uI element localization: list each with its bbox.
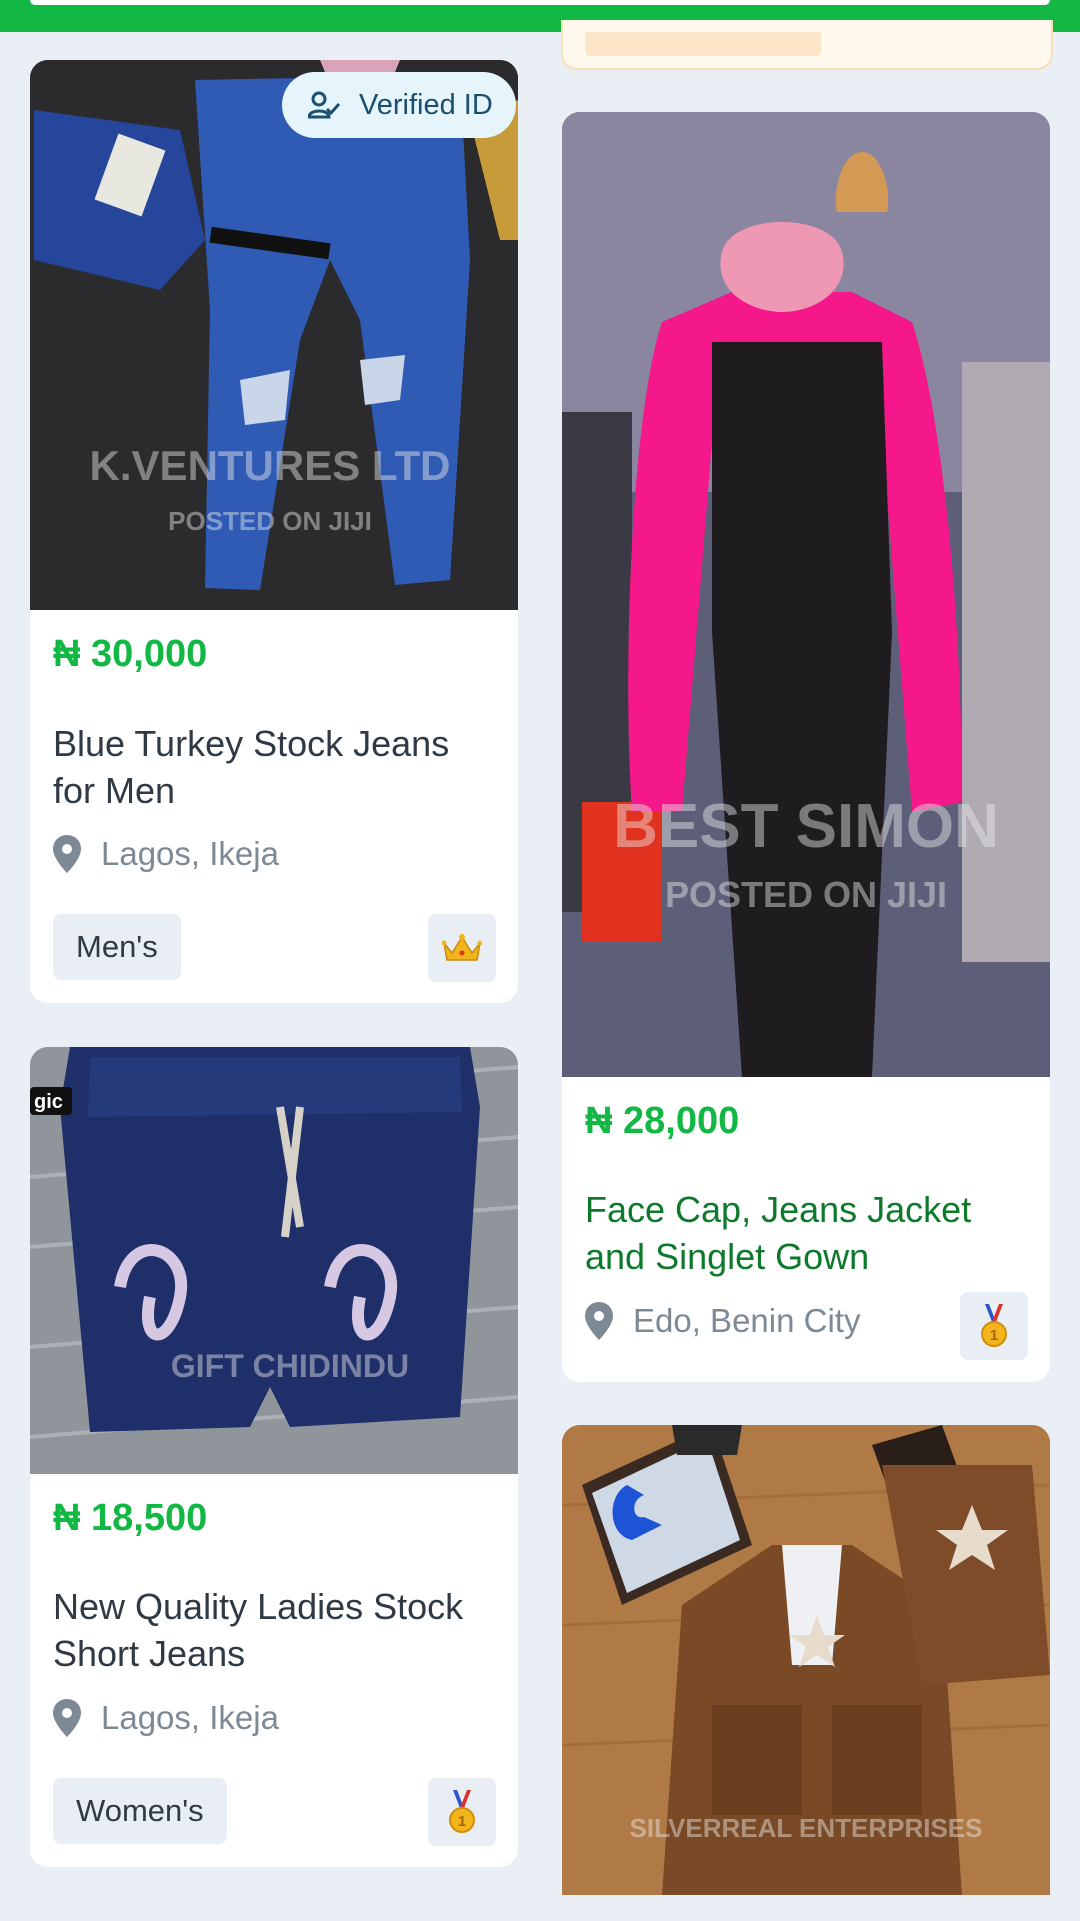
listing-price: ₦ 18,500 (53, 1497, 208, 1539)
listing-card[interactable]: K.VENTURES LTD POSTED ON JIJI Verified I… (30, 60, 518, 1003)
medal-badge: 1 (960, 1292, 1028, 1360)
medal-icon: 1 (449, 1790, 475, 1833)
location-text: Lagos, Ikeja (101, 1699, 279, 1736)
jeans-photo: K.VENTURES LTD POSTED ON JIJI (30, 60, 518, 610)
listing-price: ₦ 28,000 (585, 1100, 740, 1142)
category-tag[interactable]: Men's (53, 914, 181, 980)
location-text: Lagos, Ikeja (101, 835, 279, 872)
medal-icon: 1 (981, 1304, 1007, 1347)
listing-title[interactable]: Face Cap, Jeans Jacket and Singlet Gown (585, 1186, 1030, 1280)
watermark-text: SILVERREAL ENTERPRISES (630, 1813, 983, 1843)
category-tag[interactable]: Women's (53, 1778, 227, 1844)
listing-location: Edo, Benin City (585, 1302, 860, 1340)
crown-icon (442, 934, 482, 961)
svg-text:1: 1 (990, 1327, 998, 1344)
listing-card[interactable]: BEST SIMON POSTED ON JIJI ₦ 28,000 Face … (562, 112, 1050, 1382)
crown-badge (428, 914, 496, 982)
listing-location: Lagos, Ikeja (53, 835, 279, 873)
listing-price: ₦ 30,000 (53, 633, 208, 675)
watermark-text: K.VENTURES LTD (90, 442, 451, 489)
listing-image[interactable]: SILVERREAL ENTERPRISES (562, 1425, 1050, 1895)
listing-location: Lagos, Ikeja (53, 1699, 279, 1737)
shorts-photo: gic GIFT CHIDINDU (30, 1047, 518, 1474)
verified-id-badge: Verified ID (282, 72, 516, 138)
medal-badge: 1 (428, 1778, 496, 1846)
listing-image[interactable]: gic GIFT CHIDINDU (30, 1047, 518, 1474)
previous-card-bottom[interactable] (561, 20, 1053, 70)
listing-card[interactable]: gic GIFT CHIDINDU ₦ 18,500 New Quality L… (30, 1047, 518, 1867)
listing-image[interactable]: BEST SIMON POSTED ON JIJI (562, 112, 1050, 1077)
verified-user-icon (308, 91, 340, 119)
outfit-photo: BEST SIMON POSTED ON JIJI (562, 112, 1050, 1077)
watermark-text: BEST SIMON (613, 792, 999, 861)
listing-image[interactable]: K.VENTURES LTD POSTED ON JIJI (30, 60, 518, 610)
watermark-subtext: POSTED ON JIJI (665, 874, 947, 915)
watermark-text: GIFT CHIDINDU (171, 1348, 409, 1384)
listing-title[interactable]: New Quality Ladies Stock Short Jeans (53, 1583, 498, 1677)
previous-card-chip (585, 32, 821, 56)
verified-id-label: Verified ID (359, 88, 493, 121)
image-corner-text: gic (34, 1091, 63, 1113)
listing-title[interactable]: Blue Turkey Stock Jeans for Men (53, 720, 498, 814)
location-pin-icon (585, 1302, 613, 1340)
search-bar-edge[interactable] (30, 0, 1050, 5)
listing-card[interactable]: SILVERREAL ENTERPRISES (562, 1425, 1050, 1895)
location-text: Edo, Benin City (633, 1302, 861, 1339)
location-pin-icon (53, 835, 81, 873)
watermark-subtext: POSTED ON JIJI (168, 506, 372, 536)
jacket-photo: SILVERREAL ENTERPRISES (562, 1425, 1050, 1895)
svg-text:1: 1 (458, 1813, 466, 1830)
location-pin-icon (53, 1699, 81, 1737)
